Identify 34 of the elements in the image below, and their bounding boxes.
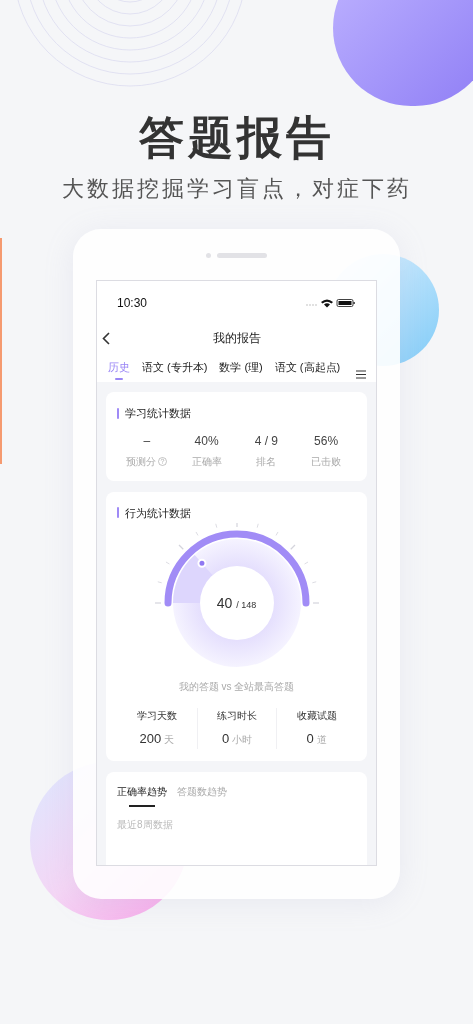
stat-label: 预测分 <box>126 454 157 469</box>
gauge-caption: 我的答题 vs 全站最高答题 <box>178 680 295 694</box>
subtitle: 大数据挖掘学习盲点，对症下药 <box>61 175 412 203</box>
stat-value: 4 / 9 <box>254 432 279 450</box>
metric-value: 0 <box>306 730 314 748</box>
headline: 答题报告 <box>138 111 335 165</box>
metric-unit: 天 <box>164 733 175 747</box>
stat-value: – <box>143 432 151 450</box>
menu-icon[interactable] <box>356 370 366 379</box>
gauge-value: 40 <box>216 594 233 613</box>
status-icons <box>306 298 356 308</box>
speaker-slot <box>217 253 267 258</box>
metric-value: 200 <box>139 730 162 748</box>
status-time: 10:30 <box>117 295 148 312</box>
metric-label: 练习时长 <box>217 709 257 723</box>
stat-value: 40% <box>194 432 219 450</box>
stat-value: 56% <box>314 432 339 450</box>
stat-label: 排名 <box>256 454 277 469</box>
card-title: 行为统计数据 <box>125 505 191 521</box>
stat-label: 正确率 <box>191 454 222 469</box>
metric-label: 收藏试题 <box>296 709 337 723</box>
nav-title: 我的报告 <box>212 330 261 347</box>
stat-label: 已击败 <box>311 454 342 469</box>
metric-unit: 道 <box>316 733 327 747</box>
back-icon[interactable] <box>102 331 110 345</box>
gauge-total: / 148 <box>236 599 257 612</box>
metric-label: 学习天数 <box>136 709 177 723</box>
trend-tab[interactable]: 正确率趋势 <box>117 783 167 807</box>
metric-unit: 小时 <box>232 733 253 747</box>
subject-tab[interactable]: 数学 (理) <box>219 358 263 382</box>
card-title: 学习统计数据 <box>125 406 191 421</box>
subject-tab[interactable]: 语文 (高起点) <box>274 358 341 382</box>
subject-tab[interactable]: 语文 (专升本) <box>142 358 208 382</box>
metric-value: 0 <box>221 730 230 748</box>
